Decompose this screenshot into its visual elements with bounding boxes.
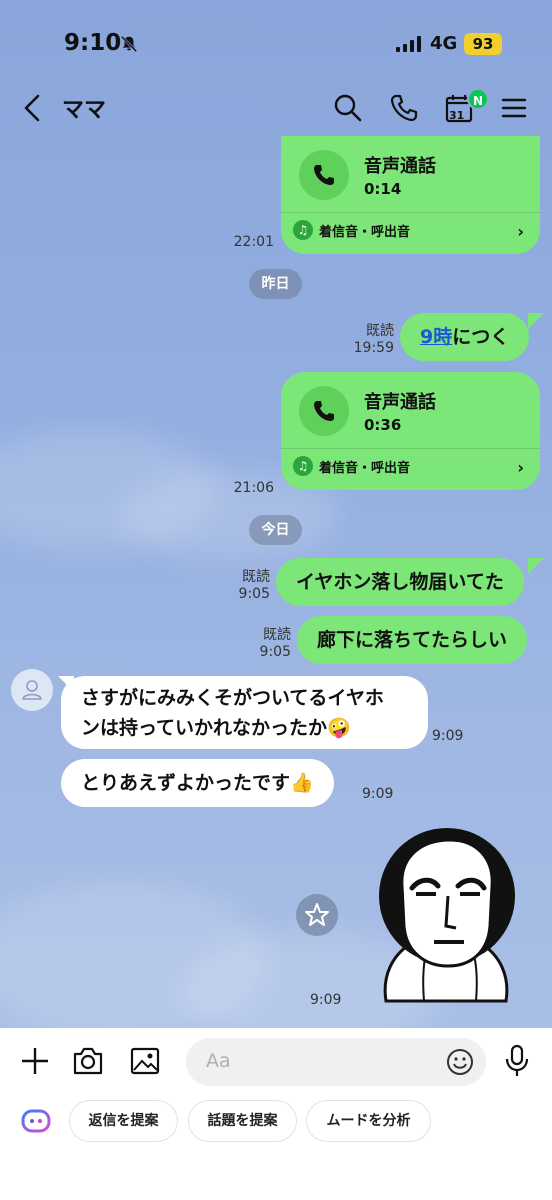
calendar-new-badge: N [467, 88, 489, 110]
message-text: とりあえずよかったです [81, 772, 291, 794]
ringtone-link[interactable]: ♫ 着信音・呼出音 [293, 456, 410, 476]
battery-indicator: 93 [464, 33, 502, 55]
their-message[interactable]: さすがにみみくそがついてるイヤホ ンは持っていかれなかったか🤪 [61, 676, 428, 749]
input-placeholder: Aa [206, 1050, 231, 1072]
status-time: 9:10 [64, 30, 122, 56]
plus-icon[interactable] [20, 1046, 50, 1076]
back-icon[interactable] [20, 94, 44, 122]
ai-assistant-icon[interactable] [20, 1106, 52, 1136]
my-message[interactable]: イヤホン落し物届いてた [276, 558, 524, 606]
ringtone-link[interactable]: ♫ 着信音・呼出音 [293, 220, 410, 240]
suggest-reply-chip[interactable]: 返信を提案 [69, 1100, 178, 1142]
camera-icon[interactable] [72, 1046, 104, 1076]
phone-icon [314, 401, 334, 421]
read-receipt: 既読 [242, 569, 270, 585]
message-meta: 既読 9:05 [222, 569, 270, 603]
message-time: 9:09 [432, 728, 464, 744]
emoji-thumbs-up: 👍 [290, 772, 314, 794]
phone-call-icon[interactable] [388, 92, 420, 124]
composer: Aa 返信を提案 話題を提案 ムードを分析 [0, 1028, 552, 1200]
read-receipt: 既読 [263, 627, 291, 643]
my-message[interactable]: 9時につく [400, 313, 530, 361]
signal-icon [396, 36, 421, 52]
message-time: 9:05 [259, 644, 291, 660]
emoji-icon[interactable] [446, 1048, 474, 1076]
call-icon-circle [299, 150, 349, 200]
their-message[interactable]: とりあえずよかったです👍 [61, 759, 334, 807]
call-duration: 0:36 [364, 416, 402, 434]
chevron-right-icon: › [517, 222, 524, 241]
message-time: 9:09 [310, 992, 342, 1008]
call-duration: 0:14 [364, 180, 402, 198]
divider [281, 212, 540, 213]
message-time: 19:59 [353, 340, 394, 356]
search-icon[interactable] [332, 92, 364, 124]
emoji-zany: 🤪 [327, 717, 351, 739]
message-time: 9:05 [238, 586, 270, 602]
message-line: ンは持っていかれなかったか [81, 717, 328, 739]
ringtone-label: 着信音・呼出音 [319, 224, 411, 240]
network-label: 4G [430, 33, 458, 54]
chat-title: ママ [62, 98, 107, 123]
menu-icon[interactable] [498, 92, 530, 124]
message-time: 21:06 [233, 480, 274, 496]
time-link[interactable]: 9時 [420, 326, 452, 348]
calendar-day: 31 [449, 109, 465, 122]
analyze-mood-chip[interactable]: ムードを分析 [306, 1100, 431, 1142]
message-meta: 既読 19:59 [340, 323, 394, 357]
call-title: 音声通話 [364, 156, 436, 177]
silent-bell-icon [120, 35, 138, 53]
voice-call-bubble[interactable]: 音声通話 0:36 ♫ 着信音・呼出音 › [281, 372, 540, 490]
suggest-topic-chip[interactable]: 話題を提案 [188, 1100, 297, 1142]
favorite-sticker-button[interactable] [296, 894, 338, 936]
star-icon [305, 903, 329, 926]
chat-header: ママ 31 N [0, 82, 552, 134]
voice-call-bubble[interactable]: 音声通話 0:14 ♫ 着信音・呼出音 › [281, 136, 540, 254]
message-line: さすがにみみくそがついてるイヤホ [81, 687, 384, 709]
call-icon-circle [299, 386, 349, 436]
ringtone-label: 着信音・呼出音 [319, 460, 411, 476]
chevron-right-icon: › [517, 458, 524, 477]
divider [281, 448, 540, 449]
message-text: につく [452, 326, 510, 348]
read-receipt: 既読 [366, 323, 394, 339]
message-time: 9:09 [362, 786, 394, 802]
my-message[interactable]: 廊下に落ちてたらしい [297, 616, 528, 664]
date-separator: 昨日 [249, 269, 302, 299]
phone-icon [314, 165, 334, 185]
status-bar: 9:10 4G 93 [0, 0, 552, 90]
avatar[interactable] [11, 669, 53, 711]
music-note-icon: ♫ [293, 456, 313, 476]
music-note-icon: ♫ [293, 220, 313, 240]
sticker-face[interactable] [372, 826, 522, 1006]
message-input[interactable]: Aa [186, 1038, 486, 1086]
image-icon[interactable] [130, 1046, 160, 1076]
date-separator: 今日 [249, 515, 302, 545]
call-title: 音声通話 [364, 392, 436, 413]
message-meta: 既読 9:05 [243, 627, 291, 661]
microphone-icon[interactable] [504, 1044, 530, 1078]
default-user-icon [22, 680, 42, 700]
message-time: 22:01 [233, 234, 274, 250]
